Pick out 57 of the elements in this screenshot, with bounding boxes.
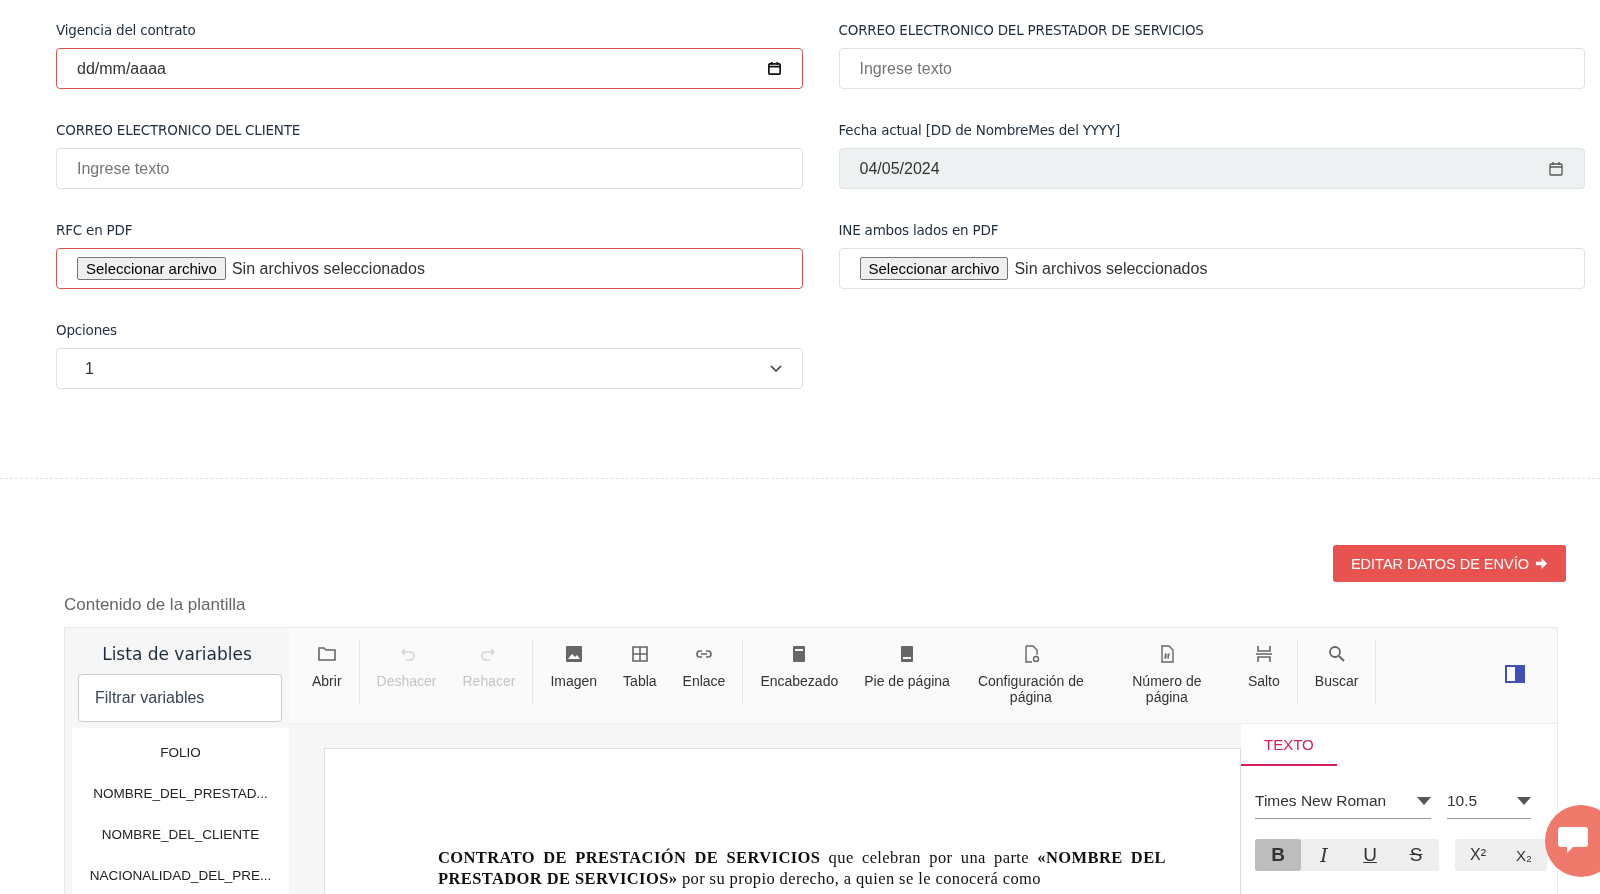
- chevron-icon: [769, 364, 782, 373]
- variable-item[interactable]: NOMBRE_DEL_PRESTAD...: [72, 773, 289, 814]
- calendar-icon: [1548, 160, 1564, 177]
- folder-icon: [316, 644, 337, 664]
- calendar-icon: [766, 61, 782, 76]
- toolbar-button[interactable]: Abrir: [299, 640, 355, 705]
- field-label: RFC en PDF: [56, 222, 133, 238]
- toolbar-button[interactable]: Número de página: [1098, 640, 1235, 705]
- text-field[interactable]: Ingrese texto: [838, 48, 1585, 89]
- format-button[interactable]: X₂: [1501, 839, 1547, 871]
- choose-file-button[interactable]: Seleccionar archivo: [859, 257, 1009, 280]
- file-status: Sin archivos seleccionados: [231, 259, 425, 278]
- panel-tab[interactable]: TEXTO: [1241, 724, 1337, 766]
- toolbar-button[interactable]: Salto: [1234, 640, 1293, 705]
- caret-icon: [1417, 797, 1431, 805]
- variable-item[interactable]: NOMBRE_DEL_CLIENTE: [72, 814, 289, 855]
- toolbar-button[interactable]: Tabla: [610, 640, 670, 705]
- section-title: Contenido de la plantilla: [64, 595, 246, 615]
- field-label: CORREO ELECTRONICO DEL PRESTADOR DE SERVICIOS: [838, 22, 1204, 38]
- file-field[interactable]: Seleccionar archivo Sin archivos seleccionados: [56, 248, 803, 289]
- date-field[interactable]: dd/mm/aaaa: [56, 48, 803, 89]
- toolbar-button[interactable]: Enlace: [669, 640, 739, 705]
- field-label: INE ambos lados en PDF: [838, 222, 999, 238]
- caret-icon: [1517, 797, 1531, 805]
- side-panel-icon[interactable]: [1505, 665, 1525, 683]
- variables-title: Lista de variables: [101, 644, 253, 664]
- edit-shipping-button[interactable]: EDITAR DATOS DE ENVÍO: [1332, 545, 1566, 582]
- arrow-right-icon: [1535, 557, 1548, 570]
- format-button[interactable]: I: [1301, 839, 1347, 871]
- size-dropdown[interactable]: 10.5: [1447, 788, 1531, 819]
- toolbar-button[interactable]: Pie de página: [851, 640, 963, 705]
- format-button[interactable]: X²: [1455, 839, 1501, 871]
- filter-field[interactable]: Filtrar variables: [78, 674, 282, 722]
- file-status: Sin archivos seleccionados: [1014, 259, 1208, 278]
- text-field[interactable]: Ingrese texto: [56, 148, 803, 189]
- toolbar-button[interactable]: Buscar: [1301, 640, 1372, 705]
- format-button[interactable]: S: [1393, 839, 1439, 871]
- field-label: Opciones: [56, 322, 117, 338]
- variable-item[interactable]: NACIONALIDAD_DEL_PRE...: [72, 855, 289, 894]
- font-dropdown[interactable]: Times New Roman: [1255, 788, 1431, 819]
- file-field[interactable]: Seleccionar archivo Sin archivos seleccionados: [838, 248, 1585, 289]
- select-field[interactable]: 1: [56, 348, 803, 389]
- document-paragraph: CONTRATO DE PRESTACIÓN DE SERVICIOS que celebran por una parte «NOMBRE DEL PRESTADOR DE SERVICIOS» por su propio derecho, a quien se le conocerá como: [438, 847, 1166, 889]
- field-label: CORREO ELECTRONICO DEL CLIENTE: [56, 122, 300, 138]
- search-icon: [1326, 644, 1347, 664]
- image-icon: [563, 644, 584, 664]
- variable-item[interactable]: FOLIO: [72, 732, 289, 773]
- page-break-icon: [1253, 644, 1274, 664]
- format-button[interactable]: B: [1255, 839, 1301, 871]
- format-button[interactable]: U: [1347, 839, 1393, 871]
- table-icon: [629, 644, 650, 664]
- choose-file-button[interactable]: Seleccionar archivo: [77, 257, 226, 280]
- field-label: Fecha actual [DD de NombreMes del YYYY]: [838, 122, 1121, 138]
- toolbar-button[interactable]: Encabezado: [747, 640, 852, 705]
- toolbar-button[interactable]: Imagen: [537, 640, 611, 705]
- field-label: Vigencia del contrato: [56, 22, 196, 38]
- toolbar-button[interactable]: Configuración de página: [962, 640, 1099, 705]
